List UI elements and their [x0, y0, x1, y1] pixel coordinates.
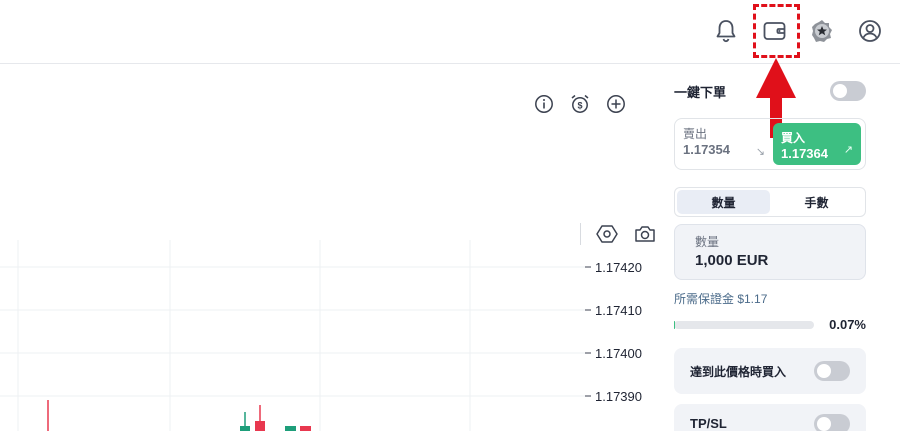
- price-chart[interactable]: 1.17420 1.17410 1.17400 1.17390: [0, 240, 660, 431]
- margin-bar-row: 0.07%: [674, 317, 866, 332]
- candle-down: [300, 426, 311, 431]
- arrow-down-right-icon: ↘: [755, 146, 765, 158]
- price-label: 1.17390: [595, 389, 642, 404]
- sell-label: 賣出: [683, 127, 708, 141]
- limit-order-row: 達到此價格時買入: [674, 348, 866, 394]
- price-label: 1.17400: [595, 346, 642, 361]
- candle-down: [255, 421, 265, 431]
- sell-button[interactable]: 賣出 1.17354 ↘: [683, 125, 769, 165]
- svg-text:$: $: [577, 101, 582, 111]
- margin-percent: 0.07%: [829, 317, 866, 332]
- order-type-tabs: 數量 手數: [674, 187, 866, 217]
- quantity-field[interactable]: 數量 1,000 EUR: [674, 224, 866, 280]
- tpsl-label: TP/SL: [690, 416, 727, 431]
- order-panel: 一鍵下單 賣出 1.17354 ↘ 買入 1.17364 ↗ 數量 手數 數量 …: [674, 76, 866, 431]
- limit-order-toggle[interactable]: [814, 361, 850, 381]
- quantity-label: 數量: [695, 235, 720, 249]
- tpsl-row: TP/SL: [674, 404, 866, 431]
- buy-button[interactable]: 買入 1.17364 ↗: [773, 123, 861, 165]
- candle-up: [285, 426, 296, 431]
- one-click-row: 一鍵下單: [674, 76, 866, 106]
- info-icon[interactable]: [532, 92, 556, 116]
- margin-progress-bar: [674, 320, 814, 329]
- quote-box: 賣出 1.17354 ↘ 買入 1.17364 ↗: [674, 118, 866, 170]
- user-icon[interactable]: [857, 18, 883, 44]
- one-click-toggle[interactable]: [830, 81, 866, 101]
- arrow-up-right-icon: ↗: [843, 144, 853, 156]
- limit-order-label: 達到此價格時買入: [690, 364, 787, 379]
- plus-circle-icon[interactable]: [604, 92, 628, 116]
- trading-page: $ 1.17420 1.17410 1.17400 1.17390 一鍵下單 賣…: [0, 0, 900, 431]
- tpsl-toggle[interactable]: [814, 414, 850, 431]
- top-bar: [0, 0, 900, 64]
- required-margin-text: 所需保證金 $1.17: [674, 292, 768, 306]
- chart-toolbar: $: [532, 92, 628, 116]
- price-label: 1.17420: [595, 260, 642, 275]
- tab-quantity[interactable]: 數量: [677, 190, 770, 214]
- buy-price: 1.17364: [781, 146, 828, 161]
- alarm-dollar-icon[interactable]: $: [568, 92, 592, 116]
- one-click-label: 一鍵下單: [674, 84, 727, 100]
- candle-up: [240, 426, 250, 431]
- medal-icon[interactable]: [809, 18, 835, 44]
- buy-label: 買入: [781, 131, 806, 145]
- wallet-icon[interactable]: [762, 18, 788, 44]
- bell-icon[interactable]: [713, 18, 739, 44]
- tab-lots[interactable]: 手數: [770, 190, 863, 214]
- quantity-value: 1,000 EUR: [695, 252, 769, 269]
- price-label: 1.17410: [595, 303, 642, 318]
